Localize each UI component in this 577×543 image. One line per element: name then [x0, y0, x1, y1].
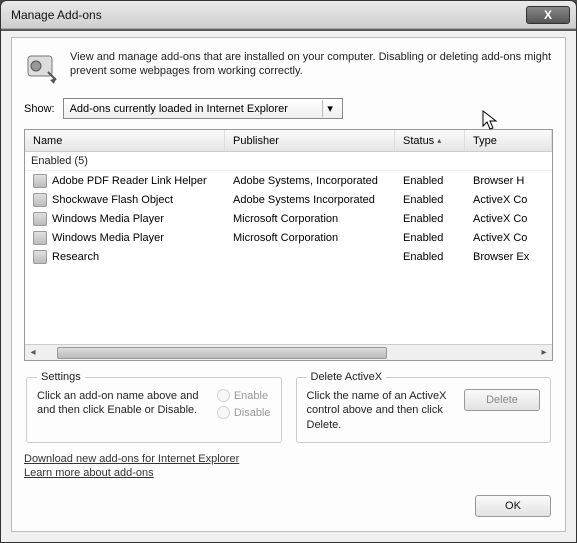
- disable-radio-input[interactable]: [217, 406, 230, 419]
- footer-links: Download new add-ons for Internet Explor…: [24, 453, 553, 479]
- sort-ascending-icon: ▴: [437, 136, 441, 145]
- download-addons-link[interactable]: Download new add-ons for Internet Explor…: [24, 453, 553, 465]
- group-enabled: Enabled (5): [25, 152, 552, 171]
- table-row[interactable]: Adobe PDF Reader Link Helper Adobe Syste…: [25, 171, 552, 190]
- enable-radio-input[interactable]: [217, 389, 230, 402]
- scroll-right-icon[interactable]: ▸: [536, 347, 552, 358]
- show-label: Show:: [24, 103, 55, 115]
- ok-button[interactable]: OK: [475, 495, 551, 517]
- delete-button[interactable]: Delete: [464, 389, 540, 411]
- scroll-thumb[interactable]: [57, 347, 387, 359]
- addon-icon: [33, 212, 47, 226]
- learn-more-link[interactable]: Learn more about add-ons: [24, 467, 553, 479]
- column-name[interactable]: Name: [25, 130, 225, 151]
- delete-activex-panel: Delete ActiveX Click the name of an Acti…: [296, 371, 552, 443]
- addon-icon: [33, 174, 47, 188]
- enable-radio[interactable]: Enable: [217, 389, 271, 402]
- settings-legend: Settings: [37, 371, 85, 383]
- intro: View and manage add-ons that are install…: [24, 50, 553, 86]
- settings-text: Click an add-on name above and and then …: [37, 389, 205, 418]
- scroll-left-icon[interactable]: ◂: [25, 347, 41, 358]
- table-row[interactable]: Windows Media Player Microsoft Corporati…: [25, 228, 552, 247]
- chevron-down-icon: ▾: [322, 100, 338, 117]
- horizontal-scrollbar[interactable]: ◂ ▸: [25, 344, 552, 360]
- addon-icon: [33, 231, 47, 245]
- table-row[interactable]: Research Enabled Browser Ex: [25, 247, 552, 266]
- settings-panel: Settings Click an add-on name above and …: [26, 371, 282, 443]
- manage-addons-window: Manage Add-ons X View and manage add-ons…: [0, 0, 577, 543]
- close-button[interactable]: X: [526, 6, 570, 24]
- addons-table: Name Publisher Status▴ Type Enabled (5) …: [24, 129, 553, 361]
- delete-legend: Delete ActiveX: [307, 371, 387, 383]
- table-row[interactable]: Shockwave Flash Object Adobe Systems Inc…: [25, 190, 552, 209]
- disable-radio[interactable]: Disable: [217, 406, 271, 419]
- addon-icon: [33, 250, 47, 264]
- close-icon: X: [544, 8, 552, 22]
- column-type[interactable]: Type: [465, 130, 552, 151]
- column-publisher[interactable]: Publisher: [225, 130, 395, 151]
- table-header: Name Publisher Status▴ Type: [25, 130, 552, 152]
- intro-text: View and manage add-ons that are install…: [70, 50, 553, 86]
- column-status[interactable]: Status▴: [395, 130, 465, 151]
- show-dropdown-value: Add-ons currently loaded in Internet Exp…: [70, 103, 322, 115]
- table-row[interactable]: Windows Media Player Microsoft Corporati…: [25, 209, 552, 228]
- titlebar[interactable]: Manage Add-ons X: [1, 1, 576, 29]
- show-row: Show: Add-ons currently loaded in Intern…: [24, 98, 553, 119]
- show-dropdown[interactable]: Add-ons currently loaded in Internet Exp…: [63, 98, 343, 119]
- lower-panels: Settings Click an add-on name above and …: [24, 371, 553, 443]
- delete-text: Click the name of an ActiveX control abo…: [307, 389, 453, 432]
- addons-icon: [24, 50, 60, 86]
- addon-icon: [33, 193, 47, 207]
- window-title: Manage Add-ons: [11, 8, 526, 22]
- dialog-content: View and manage add-ons that are install…: [11, 37, 566, 532]
